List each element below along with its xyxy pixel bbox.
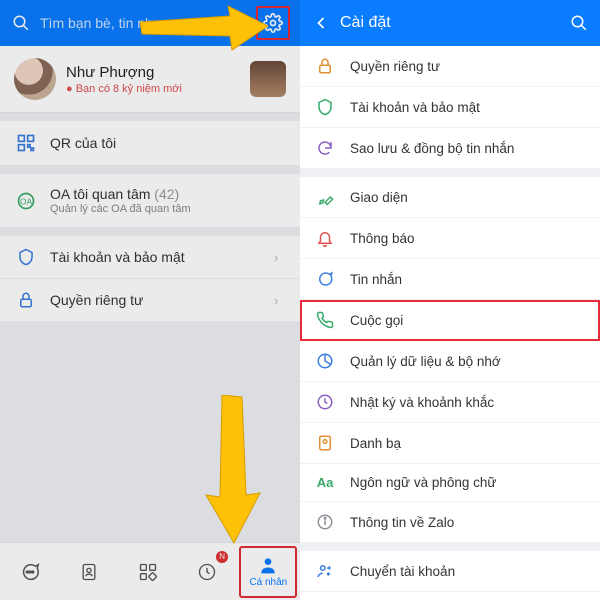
- back-icon[interactable]: [310, 12, 332, 34]
- settings-title: Cài đặt: [340, 14, 568, 32]
- settings-account-security[interactable]: Tài khoản và bảo mật: [300, 87, 600, 128]
- search-icon[interactable]: [10, 12, 32, 34]
- oa-icon: OA: [14, 191, 38, 211]
- arrow-to-gear: [140, 4, 270, 54]
- clock-icon: [314, 393, 336, 411]
- settings-contacts[interactable]: Danh bạ: [300, 423, 600, 464]
- settings-list: Quyền riêng tư Tài khoản và bảo mật Sao …: [300, 46, 600, 600]
- nav-explore[interactable]: [121, 547, 175, 597]
- chevron-right-icon: ›: [274, 250, 286, 265]
- settings-storage[interactable]: Quản lý dữ liệu & bộ nhớ: [300, 341, 600, 382]
- profile-text: Như Phượng Bạn có 8 kỷ niệm mới: [66, 64, 240, 95]
- nav-personal[interactable]: Cá nhân: [239, 546, 297, 598]
- settings-screen: Cài đặt Quyền riêng tư Tài khoản và bảo …: [300, 0, 600, 600]
- shield-icon: [14, 248, 38, 266]
- avatar-thumb: [250, 61, 286, 97]
- nav-timeline[interactable]: N: [180, 547, 234, 597]
- nav-contacts[interactable]: [62, 547, 116, 597]
- arrow-to-personal-tab: [200, 395, 270, 545]
- settings-notifications[interactable]: Thông báo: [300, 218, 600, 259]
- avatar: [14, 58, 56, 100]
- oa-label: OA tôi quan tâm (42) Quản lý các OA đã q…: [50, 186, 286, 215]
- privacy-label: Quyền riêng tư: [50, 292, 262, 308]
- settings-calls-highlight[interactable]: Cuộc gọi: [300, 300, 600, 341]
- qr-row[interactable]: QR của tôi: [0, 113, 300, 166]
- language-icon: Aa: [314, 475, 336, 490]
- settings-language[interactable]: Aa Ngôn ngữ và phông chữ: [300, 464, 600, 502]
- settings-diary[interactable]: Nhật ký và khoảnh khắc: [300, 382, 600, 423]
- timeline-badge: N: [216, 551, 228, 563]
- profile-card[interactable]: Như Phượng Bạn có 8 kỷ niệm mới: [0, 46, 300, 113]
- profile-name: Như Phượng: [66, 64, 240, 81]
- lock-icon: [14, 291, 38, 309]
- chat-icon: [314, 270, 336, 288]
- chevron-right-icon: ›: [274, 293, 286, 308]
- switch-user-icon: [314, 562, 336, 580]
- settings-messages[interactable]: Tin nhắn: [300, 259, 600, 300]
- lock-icon: [314, 57, 336, 75]
- nav-personal-label: Cá nhân: [249, 577, 287, 588]
- settings-privacy[interactable]: Quyền riêng tư: [300, 46, 600, 87]
- account-security-label: Tài khoản và bảo mật: [50, 249, 262, 265]
- settings-backup[interactable]: Sao lưu & đồng bộ tin nhắn: [300, 128, 600, 169]
- search-icon[interactable]: [568, 12, 590, 34]
- sync-icon: [314, 139, 336, 157]
- right-header: Cài đặt: [300, 0, 600, 46]
- bell-icon: [314, 229, 336, 247]
- brush-icon: [314, 188, 336, 206]
- pie-icon: [314, 352, 336, 370]
- shield-icon: [314, 98, 336, 116]
- info-icon: [314, 513, 336, 531]
- account-security-row[interactable]: Tài khoản và bảo mật ›: [0, 228, 300, 279]
- settings-theme[interactable]: Giao diện: [300, 169, 600, 218]
- oa-row[interactable]: OA OA tôi quan tâm (42) Quản lý các OA đ…: [0, 166, 300, 228]
- settings-logout[interactable]: Đăng xuất: [300, 592, 600, 600]
- qr-icon: [14, 133, 38, 153]
- bottom-nav: N Cá nhân: [0, 542, 300, 600]
- phone-icon: [314, 311, 336, 329]
- qr-label: QR của tôi: [50, 135, 286, 151]
- settings-about[interactable]: Thông tin về Zalo: [300, 502, 600, 543]
- nav-messages[interactable]: [3, 547, 57, 597]
- profile-subtitle: Bạn có 8 kỷ niệm mới: [66, 83, 240, 95]
- svg-text:OA: OA: [20, 196, 32, 206]
- settings-switch-account[interactable]: Chuyển tài khoản: [300, 543, 600, 592]
- privacy-row[interactable]: Quyền riêng tư ›: [0, 279, 300, 322]
- address-book-icon: [314, 434, 336, 452]
